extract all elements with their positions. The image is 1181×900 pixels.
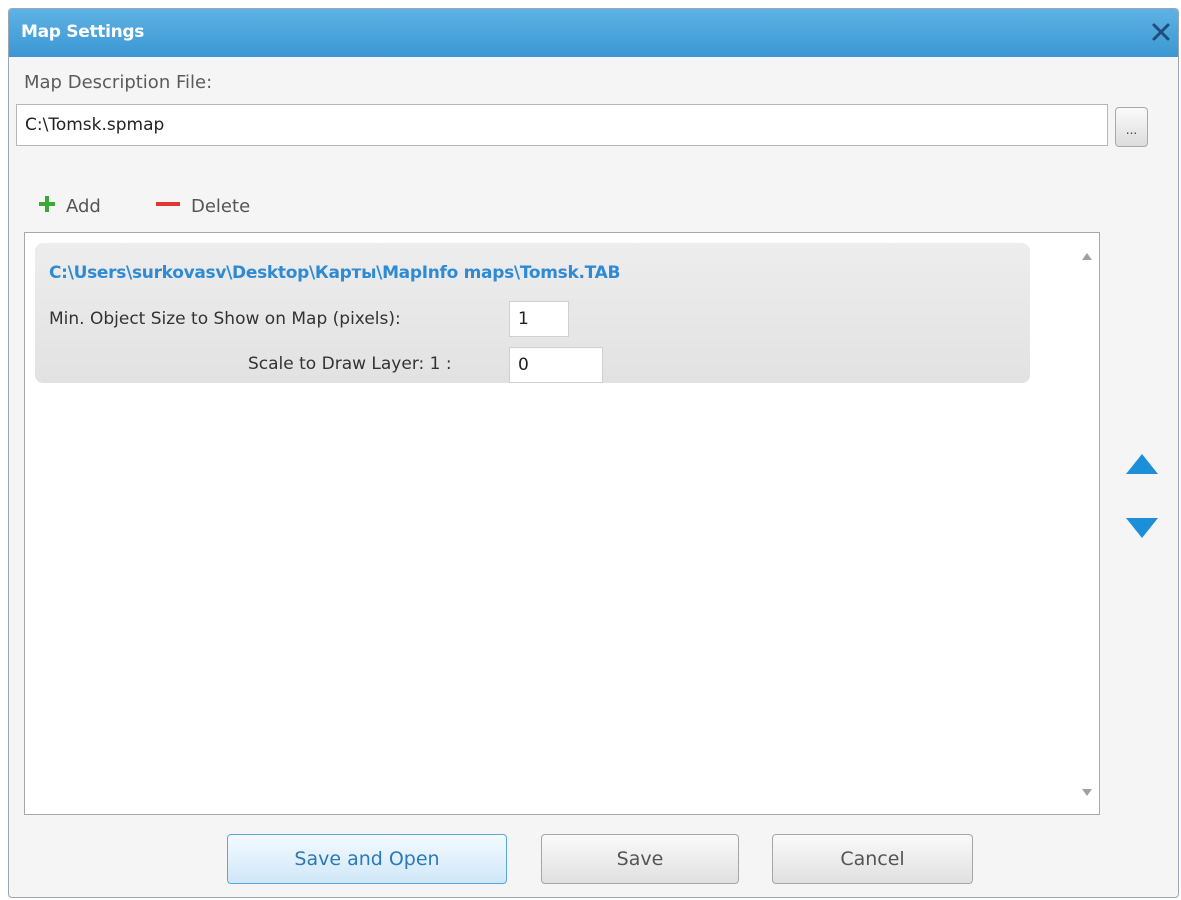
add-button[interactable]: Add (38, 192, 101, 220)
delete-label: Delete (191, 195, 251, 217)
dialog-title: Map Settings (21, 22, 145, 42)
layer-path: C:\Users\surkovasv\Desktop\Карты\MapInfo… (49, 263, 621, 283)
scroll-up-icon[interactable] (1082, 253, 1092, 260)
save-and-open-button[interactable]: Save and Open (227, 834, 507, 884)
browse-button[interactable]: ... (1115, 107, 1148, 147)
add-label: Add (66, 195, 101, 217)
scale-to-draw-label: Scale to Draw Layer: 1 : (248, 354, 452, 374)
cancel-button[interactable]: Cancel (772, 834, 973, 884)
layers-list[interactable]: C:\Users\surkovasv\Desktop\Карты\MapInfo… (24, 232, 1100, 815)
triangle-up-icon[interactable] (1126, 454, 1158, 474)
scroll-down-icon[interactable] (1082, 789, 1092, 796)
min-object-size-input[interactable] (509, 301, 569, 337)
title-bar: Map Settings (9, 9, 1178, 57)
map-description-file-label: Map Description File: (24, 72, 213, 93)
min-object-size-label: Min. Object Size to Show on Map (pixels)… (49, 309, 401, 329)
triangle-down-icon[interactable] (1126, 518, 1158, 538)
list-item[interactable]: C:\Users\surkovasv\Desktop\Карты\MapInfo… (35, 243, 1030, 383)
delete-button[interactable]: Delete (155, 192, 250, 220)
map-description-file-input[interactable] (16, 104, 1108, 146)
plus-icon (38, 195, 56, 218)
scrollbar[interactable] (1075, 233, 1099, 814)
scale-to-draw-input[interactable] (509, 347, 603, 383)
save-button[interactable]: Save (541, 834, 739, 884)
minus-icon (155, 195, 181, 218)
close-icon[interactable] (1146, 17, 1176, 47)
